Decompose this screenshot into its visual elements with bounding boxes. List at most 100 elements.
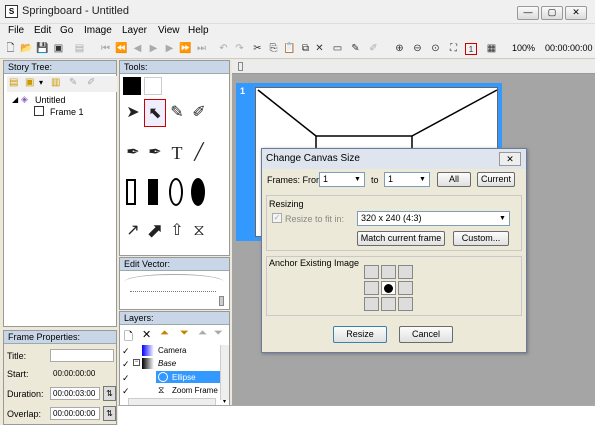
timeline-marker[interactable] <box>238 62 243 71</box>
storyboard-strip[interactable] <box>118 405 595 425</box>
redo-icon[interactable]: ↷ <box>232 41 247 56</box>
copy-icon[interactable]: ⎘ <box>266 41 281 56</box>
anchor-bottom-center[interactable] <box>381 297 396 311</box>
fast-forward-icon[interactable]: ⏩ <box>178 41 193 56</box>
play-icon[interactable]: ▶ <box>146 41 161 56</box>
size-select[interactable]: 320 x 240 (4:3) ▼ <box>357 211 510 226</box>
foreground-color-swatch[interactable] <box>123 77 141 95</box>
all-button[interactable]: All <box>437 172 471 187</box>
arrow-outline-icon[interactable]: ⇧ <box>166 217 188 245</box>
node-select-icon[interactable]: ⬉ <box>144 99 166 127</box>
zoom-in-icon[interactable]: ⊕ <box>392 41 407 56</box>
folder-icon[interactable]: ▣ <box>25 77 34 88</box>
anchor-top-center[interactable] <box>381 265 396 279</box>
select-arrow-icon[interactable]: ➤ <box>122 99 144 127</box>
menu-layer[interactable]: Layer <box>122 25 147 36</box>
from-select[interactable]: 1 ▼ <box>319 172 365 187</box>
layers-scrollbar[interactable] <box>220 345 229 400</box>
grid-icon[interactable]: ▦ <box>484 41 499 56</box>
minimize-button[interactable]: — <box>517 6 539 20</box>
anchor-bottom-right[interactable] <box>398 297 413 311</box>
layer-ellipse[interactable]: Ellipse <box>172 373 196 382</box>
anchor-middle-left[interactable] <box>364 281 379 295</box>
text-box-icon[interactable]: ▭ <box>330 41 345 56</box>
line-tool-icon[interactable]: ╱ <box>188 139 210 167</box>
arrow-line-icon[interactable]: ↗ <box>122 217 144 245</box>
duration-field[interactable]: 00:00:03:00 <box>50 387 100 400</box>
menu-view[interactable]: View <box>158 25 180 36</box>
background-color-swatch[interactable] <box>144 77 162 95</box>
actual-size-icon[interactable]: 1 <box>465 43 477 55</box>
fountain-pen-icon[interactable]: ✒ <box>122 139 144 167</box>
pencil-tool-icon[interactable]: ✎ <box>166 99 188 127</box>
rewind-icon[interactable]: ⏪ <box>114 41 129 56</box>
print-icon[interactable]: ▣ <box>51 41 66 56</box>
dialog-close-button[interactable]: ✕ <box>499 152 521 166</box>
move-up-icon[interactable]: ⏶ <box>160 327 169 340</box>
duration-spinner-icon[interactable]: ⇅ <box>103 386 116 401</box>
add-frame-icon[interactable]: ▥ <box>51 77 60 88</box>
arrow-fill-icon[interactable]: ⬈ <box>144 217 166 245</box>
layer-zoom-frame[interactable]: Zoom Frame 2 <box>172 386 220 395</box>
brush-tool-icon[interactable]: ✐ <box>366 41 381 56</box>
delete-layer-icon[interactable]: ✕ <box>142 328 151 341</box>
close-button[interactable]: ✕ <box>565 6 587 20</box>
pen-nib-icon[interactable]: ✒ <box>144 139 166 167</box>
visibility-check-icon[interactable]: ✓ <box>122 386 130 397</box>
text-tool-icon[interactable]: T <box>166 139 188 167</box>
timeline-bar[interactable] <box>232 60 595 74</box>
cut-icon[interactable]: ✂ <box>250 41 265 56</box>
first-frame-icon[interactable]: ⏮ <box>98 41 113 56</box>
paste-icon[interactable]: 📋 <box>282 41 297 56</box>
rectangle-fill-icon[interactable] <box>148 179 158 205</box>
ellipse-fill-icon[interactable] <box>191 178 205 206</box>
duplicate-icon[interactable]: ⧉ <box>298 41 313 56</box>
next-frame-icon[interactable]: ▶ <box>162 41 177 56</box>
anchor-bottom-left[interactable] <box>364 297 379 311</box>
new-icon[interactable]: 🗋 <box>3 41 18 56</box>
vector-slider-handle[interactable] <box>219 296 224 306</box>
vector-slider-track[interactable] <box>130 291 216 294</box>
zoom-out-icon[interactable]: ⊖ <box>410 41 425 56</box>
overlap-spinner-icon[interactable]: ⇅ <box>103 406 116 421</box>
zoom-fit-icon[interactable]: ⊙ <box>428 41 443 56</box>
ellipse-outline-icon[interactable] <box>169 178 183 206</box>
cancel-button[interactable]: Cancel <box>399 326 453 343</box>
menu-edit[interactable]: Edit <box>34 25 51 36</box>
prev-frame-icon[interactable]: ◀ <box>130 41 145 56</box>
to-select[interactable]: 1 ▼ <box>384 172 430 187</box>
title-field[interactable] <box>50 349 114 362</box>
zoom-frame-icon[interactable]: ⧖ <box>188 217 210 245</box>
new-layer-icon[interactable]: 🗋 <box>124 328 133 347</box>
menu-file[interactable]: File <box>8 25 24 36</box>
pen-tool-icon[interactable]: ✎ <box>348 41 363 56</box>
chevron-down-icon[interactable]: ▾ <box>39 78 43 87</box>
anchor-center[interactable] <box>381 281 396 295</box>
resize-fit-checkbox[interactable]: ✓ <box>272 213 282 223</box>
visibility-check-icon[interactable]: ✓ <box>122 346 130 357</box>
collapse-icon[interactable]: − <box>133 359 140 366</box>
visibility-check-icon[interactable]: ✓ <box>122 373 130 384</box>
visibility-check-icon[interactable]: ✓ <box>122 359 130 370</box>
menu-go[interactable]: Go <box>60 25 73 36</box>
resize-button[interactable]: Resize <box>333 326 387 343</box>
overlap-field[interactable]: 00:00:00:00 <box>50 407 100 420</box>
anchor-top-right[interactable] <box>398 265 413 279</box>
move-down-icon[interactable]: ⏷ <box>180 327 189 340</box>
current-button[interactable]: Current <box>477 172 515 187</box>
merge-up-icon[interactable]: ⏶ <box>198 327 207 340</box>
layer-base[interactable]: Base <box>158 359 176 368</box>
delete-icon[interactable]: ✕ <box>312 41 327 56</box>
match-current-frame-button[interactable]: Match current frame <box>357 231 445 246</box>
brush-icon[interactable]: ✐ <box>87 77 95 88</box>
save-icon[interactable]: 💾 <box>35 41 50 56</box>
pencil-icon[interactable]: ✎ <box>69 77 77 88</box>
tree-child-frame[interactable]: Frame 1 <box>50 107 84 117</box>
expand-icon[interactable]: ◢ <box>12 95 18 104</box>
save-all-icon[interactable]: ▤ <box>72 41 87 56</box>
custom-button[interactable]: Custom... <box>453 231 509 246</box>
rectangle-outline-icon[interactable] <box>126 179 136 205</box>
open-icon[interactable]: 📂 <box>19 41 34 56</box>
fit-frame-icon[interactable]: ⛶ <box>446 41 461 56</box>
anchor-top-left[interactable] <box>364 265 379 279</box>
